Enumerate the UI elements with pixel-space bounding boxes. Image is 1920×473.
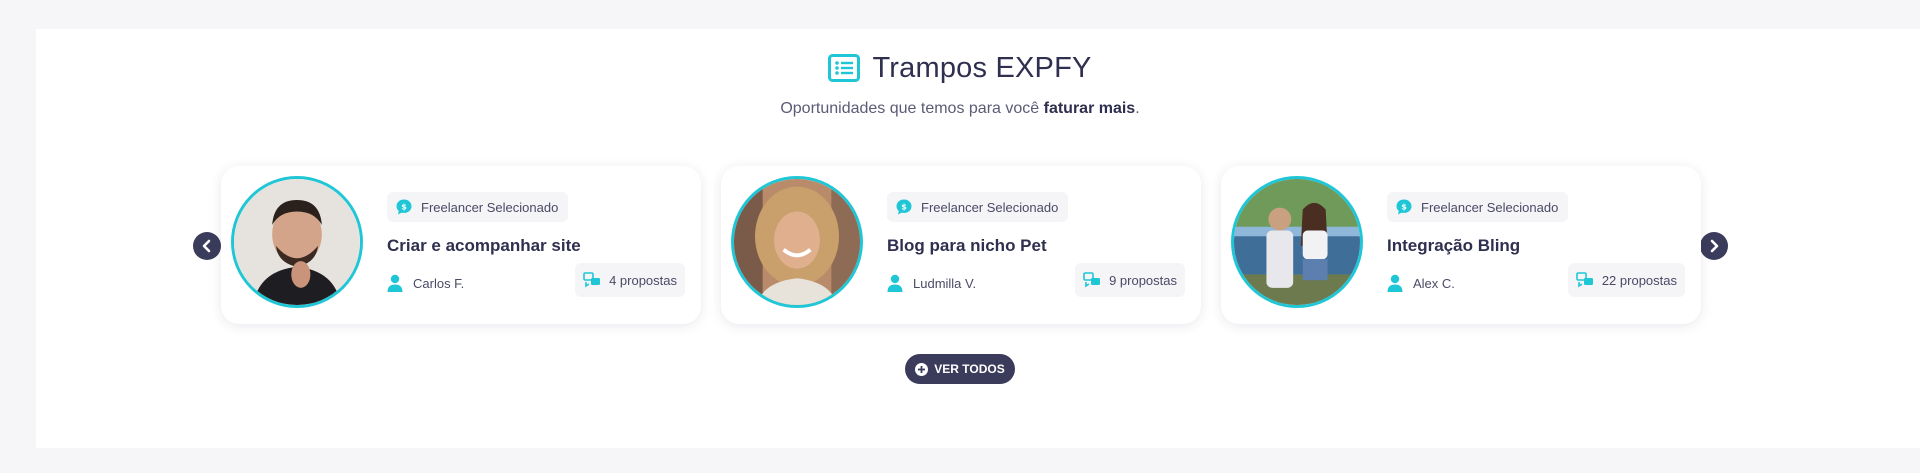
- avatar: [1231, 176, 1363, 308]
- svg-text:$: $: [901, 203, 907, 212]
- plus-circle-icon: [915, 362, 929, 376]
- carousel-prev-button[interactable]: [193, 232, 221, 260]
- proposals-label: 22 propostas: [1601, 272, 1677, 288]
- job-card[interactable]: $ Freelancer Selecionado Criar e acompan…: [221, 166, 701, 324]
- avatar-photo: [734, 179, 860, 305]
- user-icon: [1387, 274, 1403, 292]
- job-title[interactable]: Criar e acompanhar site: [387, 236, 581, 256]
- author-name: Ludmilla V.: [913, 275, 977, 291]
- badge-label: Freelancer Selecionado: [921, 199, 1059, 215]
- badge-label: Freelancer Selecionado: [1421, 199, 1559, 215]
- section-title: Trampos EXPFY: [872, 51, 1092, 84]
- proposals-icon: [1576, 272, 1593, 288]
- proposals-count: 4 propostas: [575, 263, 685, 297]
- job-card[interactable]: $ Freelancer Selecionado Blog para nicho…: [721, 166, 1201, 324]
- author-name: Carlos F.: [413, 275, 465, 291]
- user-icon: [887, 274, 903, 292]
- freelancer-badge: $ Freelancer Selecionado: [887, 192, 1069, 222]
- proposals-count: 9 propostas: [1075, 263, 1185, 297]
- proposals-label: 9 propostas: [1109, 272, 1177, 288]
- proposals-label: 4 propostas: [609, 272, 677, 288]
- avatar-photo: [1234, 179, 1360, 305]
- ver-todos-button[interactable]: VER TODOS: [905, 354, 1015, 384]
- svg-text:$: $: [1401, 203, 1407, 212]
- author: Carlos F.: [387, 270, 464, 296]
- section-subtitle: Oportunidades que temos para você fatura…: [0, 100, 1920, 118]
- job-title[interactable]: Integração Bling: [1387, 236, 1520, 256]
- badge-label: Freelancer Selecionado: [421, 199, 559, 215]
- author: Ludmilla V.: [887, 270, 976, 296]
- job-title[interactable]: Blog para nicho Pet: [887, 236, 1047, 256]
- proposals-icon: [1083, 272, 1101, 288]
- avatar: [231, 176, 363, 308]
- chat-icon: $: [896, 199, 912, 215]
- avatar-photo: [234, 179, 360, 305]
- chevron-left-icon: [202, 239, 211, 253]
- avatar: [731, 176, 863, 308]
- author-name: Alex C.: [1413, 275, 1455, 291]
- ver-todos-label: VER TODOS: [934, 362, 1005, 376]
- section-header: Trampos EXPFY Oportunidades que temos pa…: [0, 48, 1920, 118]
- svg-text:$: $: [401, 203, 407, 212]
- freelancer-badge: $ Freelancer Selecionado: [1387, 192, 1569, 222]
- user-icon: [387, 274, 403, 292]
- title-row: Trampos EXPFY: [0, 48, 1920, 88]
- carousel-next-button[interactable]: [1700, 232, 1728, 260]
- proposals-icon: [583, 272, 601, 288]
- subtitle-suffix: .: [1135, 100, 1140, 117]
- list-icon: [828, 54, 861, 82]
- chevron-right-icon: [1710, 239, 1719, 253]
- job-card[interactable]: $ Freelancer Selecionado Integração Blin…: [1221, 166, 1701, 324]
- chat-icon: $: [396, 199, 412, 215]
- subtitle-prefix: Oportunidades que temos para você: [780, 100, 1044, 117]
- proposals-count: 22 propostas: [1567, 263, 1685, 297]
- freelancer-badge: $ Freelancer Selecionado: [387, 192, 569, 222]
- chat-icon: $: [1396, 199, 1412, 215]
- author: Alex C.: [1387, 270, 1455, 296]
- subtitle-bold: faturar mais: [1043, 100, 1136, 117]
